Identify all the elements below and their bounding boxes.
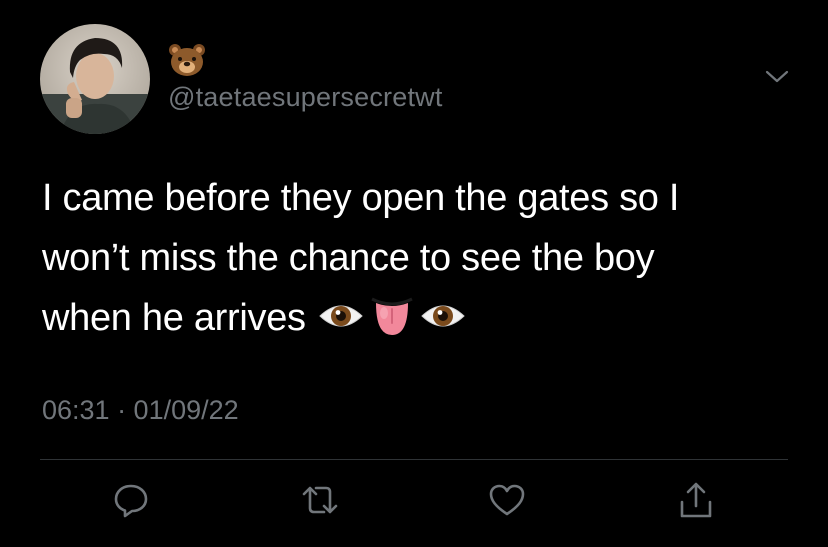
share-icon (680, 482, 712, 518)
retweet-icon (302, 486, 338, 514)
user-handle[interactable]: @taetaesupersecretwt (168, 82, 443, 113)
eye-icon (421, 305, 465, 327)
tweet-text-fragment: when he arrives (42, 297, 306, 339)
like-button[interactable] (485, 478, 529, 522)
reply-button[interactable] (109, 478, 153, 522)
share-button[interactable] (674, 478, 718, 522)
divider (40, 459, 788, 460)
tweet-text-line: when he arrives (42, 288, 802, 348)
tweet-timestamp[interactable]: 06:31 · 01/09/22 (42, 395, 239, 426)
like-icon (489, 484, 525, 516)
reply-icon (114, 484, 148, 518)
tweet-text-line: I came before they open the gates so I (42, 177, 680, 219)
emoji-group (318, 295, 466, 337)
bear-face-icon (169, 44, 205, 76)
avatar[interactable] (40, 24, 150, 134)
tweet-card: @taetaesupersecretwt I came before they … (0, 0, 828, 547)
display-name[interactable] (168, 40, 206, 80)
eye-icon (319, 305, 363, 327)
tweet-text: I came before they open the gates so I w… (42, 168, 802, 348)
tweet-text-line: won’t miss the chance to see the boy (42, 237, 655, 279)
tongue-icon (371, 297, 413, 335)
chevron-down-icon[interactable] (764, 66, 790, 88)
tweet-actions (0, 478, 828, 528)
retweet-button[interactable] (298, 478, 342, 522)
